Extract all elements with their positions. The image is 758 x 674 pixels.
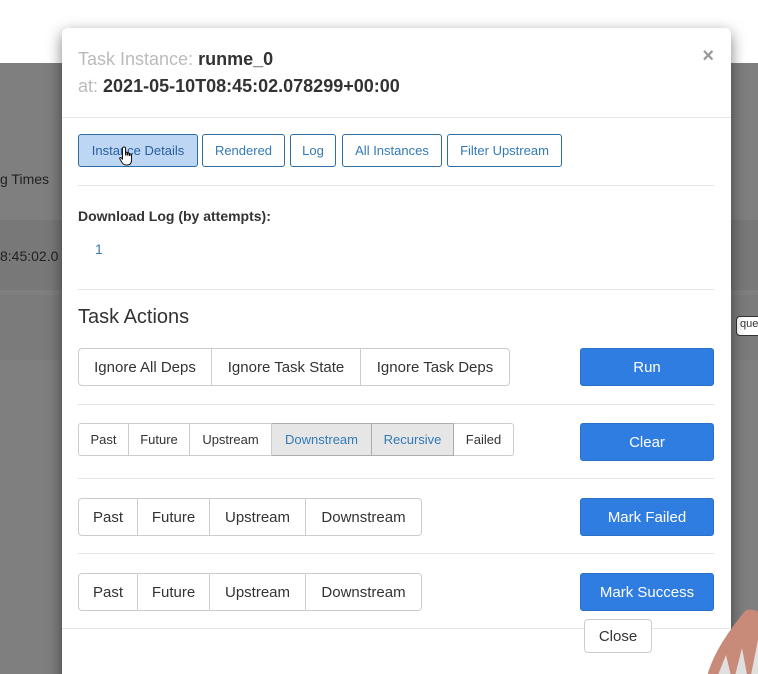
background-badge: que (736, 316, 758, 336)
download-log-label: Download Log (by attempts): (78, 208, 271, 224)
hand-cursor-icon (119, 146, 132, 166)
mark-failed-past-toggle[interactable]: Past (78, 498, 138, 536)
divider (78, 289, 714, 290)
clear-downstream-toggle[interactable]: Downstream (272, 423, 372, 456)
mark-success-downstream-toggle[interactable]: Downstream (306, 573, 422, 611)
at-prefix: at: (78, 76, 99, 96)
task-actions-heading: Task Actions (78, 306, 190, 328)
clear-failed-toggle[interactable]: Failed (454, 423, 514, 456)
clear-button[interactable]: Clear (580, 423, 714, 461)
mark-failed-downstream-toggle[interactable]: Downstream (306, 498, 422, 536)
tab-rendered[interactable]: Rendered (202, 134, 285, 167)
modal-title: Task Instance: runme_0 (78, 49, 273, 70)
tab-all-instances[interactable]: All Instances (342, 134, 442, 167)
mark-failed-upstream-toggle[interactable]: Upstream (210, 498, 306, 536)
modal-header: Task Instance: runme_0 at: 2021-05-10T08… (62, 28, 731, 118)
execution-date: 2021-05-10T08:45:02.078299+00:00 (103, 76, 400, 96)
tab-log[interactable]: Log (290, 134, 336, 167)
clear-upstream-toggle[interactable]: Upstream (190, 423, 272, 456)
tab-instance-details[interactable]: Instance Details (78, 134, 198, 167)
ignore-task-state-toggle[interactable]: Ignore Task State (212, 348, 361, 386)
background-cell: 8:45:02.0 (0, 248, 59, 264)
task-id: runme_0 (198, 49, 274, 69)
title-prefix: Task Instance: (78, 49, 194, 69)
clear-past-toggle[interactable]: Past (78, 423, 129, 456)
close-icon[interactable]: × (702, 46, 714, 66)
mark-failed-future-toggle[interactable]: Future (138, 498, 210, 536)
mark-success-button[interactable]: Mark Success (580, 573, 714, 611)
tab-filter-upstream[interactable]: Filter Upstream (447, 134, 562, 167)
mark-success-past-toggle[interactable]: Past (78, 573, 138, 611)
mark-failed-button[interactable]: Mark Failed (580, 498, 714, 536)
divider (78, 478, 714, 479)
modal-subtitle: at: 2021-05-10T08:45:02.078299+00:00 (78, 76, 400, 97)
background-column-header: g Times (0, 171, 50, 187)
task-instance-modal: Task Instance: runme_0 at: 2021-05-10T08… (62, 28, 731, 674)
divider (78, 404, 714, 405)
divider (78, 553, 714, 554)
mark-success-upstream-toggle[interactable]: Upstream (210, 573, 306, 611)
profile-photo-fragment (707, 609, 758, 674)
ignore-task-deps-toggle[interactable]: Ignore Task Deps (361, 348, 510, 386)
clear-future-toggle[interactable]: Future (129, 423, 190, 456)
ignore-all-deps-toggle[interactable]: Ignore All Deps (78, 348, 212, 386)
clear-recursive-toggle[interactable]: Recursive (372, 423, 454, 456)
divider (78, 185, 714, 186)
run-button[interactable]: Run (580, 348, 714, 386)
mark-success-future-toggle[interactable]: Future (138, 573, 210, 611)
close-button[interactable]: Close (584, 619, 652, 653)
attempt-link[interactable]: 1 (95, 241, 103, 257)
